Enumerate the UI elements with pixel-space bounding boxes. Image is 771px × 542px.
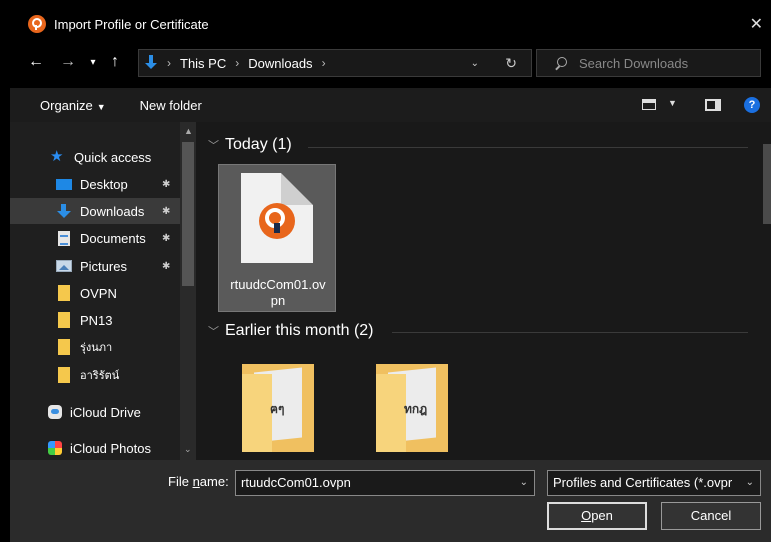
up-button[interactable]: ↑ — [108, 53, 122, 71]
chevron-down-icon[interactable]: ﹀ — [208, 323, 219, 339]
sidebar-item-desktop[interactable]: Desktop ✱ — [10, 171, 180, 197]
sidebar-item-downloads[interactable]: Downloads ✱ — [10, 198, 180, 224]
download-icon — [56, 204, 72, 218]
organize-button[interactable]: Organize ▼ — [40, 98, 106, 113]
folder-icon — [58, 339, 70, 355]
folder-front — [242, 374, 272, 452]
sidebar-item-ovpn[interactable]: OVPN — [10, 280, 180, 306]
sidebar-item-icloud-photos[interactable]: iCloud Photos — [10, 435, 180, 460]
sidebar-item-documents[interactable]: Documents ✱ — [10, 225, 180, 251]
recent-locations-button[interactable]: ▾ — [86, 57, 100, 68]
sidebar-item-icloud-drive[interactable]: iCloud Drive — [10, 399, 180, 425]
chevron-right-icon[interactable]: › — [235, 56, 239, 70]
sidebar-item-quick-access[interactable]: ★ Quick access — [10, 144, 180, 170]
view-options-dropdown-icon[interactable]: ▼ — [668, 98, 677, 108]
back-button[interactable]: ← — [28, 53, 44, 71]
open-button[interactable]: Open — [547, 502, 647, 530]
file-list: ﹀ Today (1) rtuudcCom01.ov pn ﹀ Earlier t… — [196, 122, 771, 460]
scrollbar-thumb[interactable] — [182, 142, 194, 286]
openvpn-logo-icon — [259, 203, 295, 239]
chevron-right-icon[interactable]: › — [167, 56, 171, 70]
openvpn-icon — [28, 15, 46, 33]
navigation-pane: ★ Quick access Desktop ✱ Downloads ✱ Doc… — [10, 122, 196, 460]
folder-icon — [58, 312, 70, 328]
toolbar: Organize ▼ New folder ▼ ? — [10, 88, 771, 122]
pin-icon: ✱ — [162, 205, 171, 217]
star-icon: ★ — [50, 148, 64, 165]
folder-front — [376, 374, 406, 452]
folder-preview-text: ฅๆ — [270, 402, 285, 416]
sidebar-item-pictures[interactable]: Pictures ✱ — [10, 253, 180, 279]
divider — [308, 147, 748, 148]
folder-icon — [58, 285, 70, 301]
folder-icon — [58, 367, 70, 383]
file-item-rtuudccom01-ovpn[interactable]: rtuudcCom01.ov pn — [218, 164, 336, 312]
chevron-down-icon[interactable]: ⌄ — [520, 471, 528, 495]
scrollbar-thumb[interactable] — [763, 144, 771, 224]
address-dropdown-icon[interactable]: ⌄ — [471, 58, 479, 69]
folder-item-2[interactable]: ทกฎ — [376, 364, 448, 452]
refresh-icon[interactable]: ↻ — [505, 55, 517, 72]
dialog-footer: File name: rtuudcCom01.ovpn ⌄ Profiles a… — [10, 460, 771, 542]
sidebar-item-rungnapa[interactable]: รุ่งนภา — [10, 334, 180, 360]
file-name-label: rtuudcCom01.ov pn — [230, 277, 326, 308]
search-placeholder: Search Downloads — [579, 55, 689, 71]
preview-pane-icon[interactable] — [705, 99, 721, 111]
search-icon — [555, 57, 567, 69]
new-folder-button[interactable]: New folder — [140, 98, 202, 113]
chevron-down-icon[interactable]: ⌄ — [742, 471, 754, 495]
change-view-icon[interactable] — [642, 99, 656, 110]
file-type-select[interactable]: Profiles and Certificates (*.ovpr ⌄ — [547, 470, 761, 496]
divider — [392, 332, 748, 333]
icloud-photos-icon — [48, 441, 62, 455]
content-scrollbar[interactable] — [761, 122, 771, 460]
address-row: ← → ▾ ↑ › This PC › Downloads › ⌄ ↻ Sear… — [10, 42, 771, 82]
help-icon[interactable]: ? — [744, 97, 760, 113]
pin-icon: ✱ — [162, 232, 171, 244]
forward-button[interactable]: → — [60, 53, 76, 71]
chevron-right-icon[interactable]: › — [322, 56, 326, 70]
pin-icon: ✱ — [162, 178, 171, 190]
file-name-label: File name: — [168, 474, 229, 489]
folder-preview-text: ทกฎ — [404, 402, 428, 416]
scroll-up-icon[interactable]: ▲ — [184, 126, 193, 136]
group-header-today[interactable]: ﹀ Today (1) — [208, 136, 292, 154]
close-icon[interactable]: ✕ — [750, 14, 763, 34]
chevron-down-icon[interactable]: ﹀ — [208, 137, 219, 153]
documents-icon — [58, 230, 70, 246]
folder-item-1[interactable]: ฅๆ — [242, 364, 314, 452]
openvpn-file-icon — [241, 173, 313, 263]
title-bar: Import Profile or Certificate ✕ — [10, 10, 771, 38]
sidebar-scrollbar[interactable]: ▲ ⌄ — [180, 122, 196, 460]
breadcrumb-downloads[interactable]: Downloads — [248, 56, 312, 71]
pin-icon: ✱ — [162, 260, 171, 272]
desktop-icon — [56, 178, 72, 190]
window-title: Import Profile or Certificate — [54, 16, 209, 32]
cancel-button[interactable]: Cancel — [661, 502, 761, 530]
search-input[interactable]: Search Downloads — [536, 49, 761, 77]
group-header-earlier-this-month[interactable]: ﹀ Earlier this month (2) — [208, 322, 374, 340]
download-icon — [144, 55, 158, 71]
pictures-icon — [56, 260, 72, 272]
breadcrumb-this-pc[interactable]: This PC — [180, 56, 226, 71]
sidebar-item-pn13[interactable]: PN13 — [10, 307, 180, 333]
file-name-field[interactable]: rtuudcCom01.ovpn ⌄ — [235, 470, 535, 496]
address-bar[interactable]: › This PC › Downloads › ⌄ ↻ — [138, 49, 532, 77]
icloud-drive-icon — [48, 405, 62, 419]
sidebar-item-arirat[interactable]: อาริรัตน์ — [10, 362, 180, 388]
scroll-down-icon[interactable]: ⌄ — [184, 444, 192, 455]
